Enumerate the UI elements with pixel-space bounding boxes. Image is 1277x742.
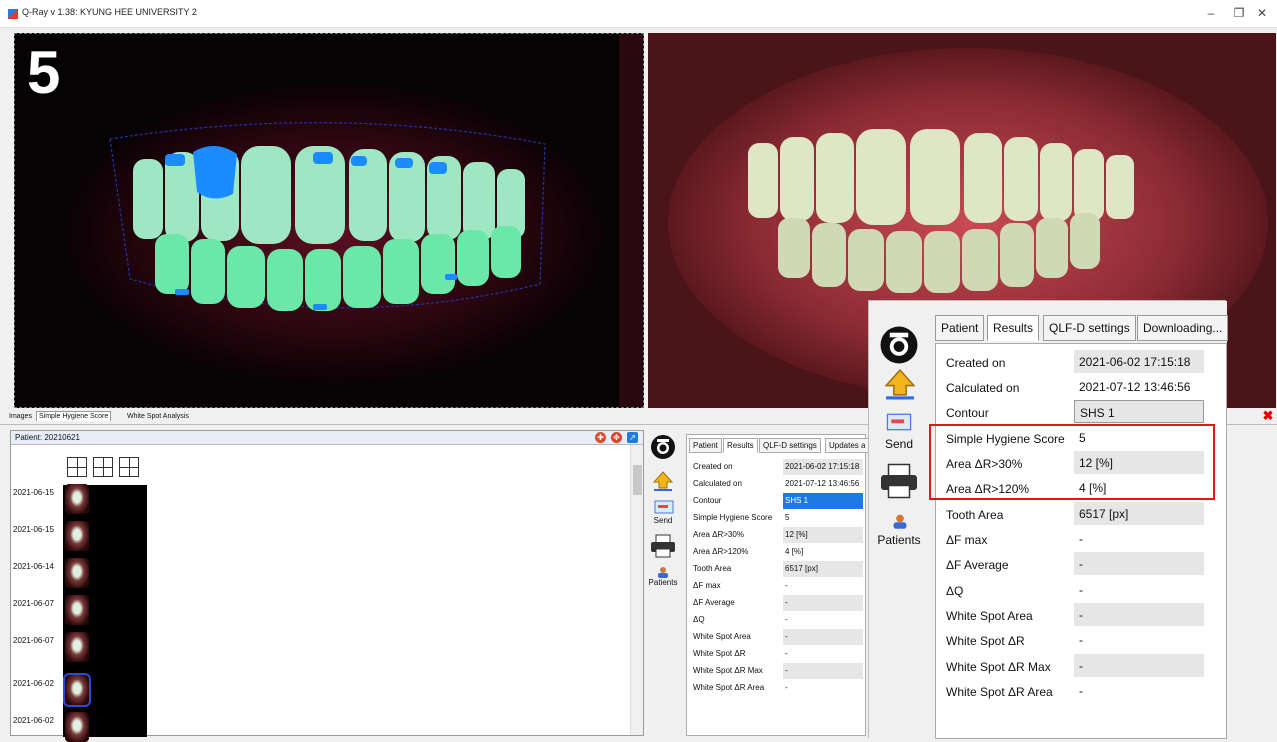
app-icon — [8, 9, 18, 19]
title-bar: Q-Ray v 1.38: KYUNG HEE UNIVERSITY 2 – ❐… — [0, 0, 1277, 28]
scrollbar-thumb[interactable] — [633, 465, 642, 495]
result-row: ΔF max - — [693, 581, 788, 590]
highlight-box — [929, 424, 1215, 500]
tab-downloading[interactable]: Downloading... — [1137, 315, 1229, 341]
printer-icon[interactable] — [650, 534, 676, 558]
camera-icon[interactable] — [879, 325, 919, 365]
patient-title: Patient: 20210621 — [15, 433, 80, 442]
result-row: ΔQ - — [946, 583, 1083, 598]
camera-icon[interactable] — [650, 434, 676, 460]
tab-simple-hygiene-score[interactable]: Simple Hygiene Score — [36, 411, 112, 421]
result-row: Simple Hygiene Score 5 — [693, 513, 790, 522]
contour-select[interactable]: SHS 1 — [783, 493, 863, 509]
send-icon[interactable] — [654, 500, 674, 514]
result-row: White Spot ΔR - — [693, 649, 788, 658]
tab-patient[interactable]: Patient — [689, 438, 722, 453]
session-date: 2021-06-15 — [13, 525, 54, 534]
zoomed-toolbar: Send Patients — [869, 301, 931, 739]
result-row: White Spot ΔR Area - — [693, 683, 788, 692]
external-link-icon[interactable]: ↗ — [627, 432, 638, 443]
send-label[interactable]: Send — [646, 516, 680, 525]
results-grid: Created on 2021-06-02 17:15:18 Calculated… — [935, 343, 1227, 739]
tab-qlf-d-settings[interactable]: QLF-D settings — [1043, 315, 1136, 341]
zoomed-results-panel: Patient Results QLF-D settings Downloadi… — [931, 301, 1229, 739]
result-row: Contour SHS 1 — [942, 400, 1226, 425]
vertical-scrollbar[interactable] — [630, 445, 643, 735]
tab-qlf-d-settings[interactable]: QLF-D settings — [759, 438, 821, 453]
results-panel-small: Patient Results QLF-D settings Updates a… — [686, 434, 870, 736]
fluorescence-image[interactable]: 5 — [14, 33, 644, 408]
result-row: Area ΔR>120% 4 [%] — [693, 547, 804, 556]
tooth-view-front-icon[interactable] — [67, 457, 87, 477]
session-thumbnail[interactable] — [65, 484, 89, 514]
session-date: 2021-06-15 — [13, 488, 54, 497]
upload-icon[interactable] — [883, 367, 917, 401]
send-label[interactable]: Send — [869, 437, 929, 451]
result-row: Tooth Area 6517 [px] — [693, 561, 865, 578]
tab-updates[interactable]: Updates a — [825, 438, 870, 453]
patients-label[interactable]: Patients — [869, 533, 929, 547]
session-thumbnail[interactable] — [65, 632, 89, 662]
window-title: Q-Ray v 1.38: KYUNG HEE UNIVERSITY 2 — [22, 7, 197, 17]
tab-images[interactable]: Images — [6, 411, 35, 422]
restore-button[interactable]: ❐ — [1229, 6, 1249, 20]
score-overlay: 5 — [27, 39, 61, 106]
close-button[interactable]: ✕ — [1252, 6, 1272, 20]
zoomed-results-overlay: Send Patients Patient Results QLF-D sett… — [868, 300, 1229, 739]
session-date: 2021-06-14 — [13, 562, 54, 571]
session-date: 2021-06-02 — [13, 716, 54, 725]
result-row: Created on 2021-06-02 17:15:18 — [693, 459, 865, 476]
result-row: Area ΔR>30% 12 [%] — [693, 527, 865, 544]
session-date: 2021-06-07 — [13, 636, 54, 645]
session-thumbnail[interactable] — [65, 595, 89, 625]
tab-patient[interactable]: Patient — [935, 315, 985, 341]
upload-icon[interactable] — [652, 470, 674, 492]
session-date: 2021-06-07 — [13, 599, 54, 608]
result-row: White Spot Area - — [693, 629, 865, 646]
patient-header: Patient: 20210621 ✚ ✥ ↗ — [11, 431, 643, 445]
move-icon[interactable]: ✥ — [611, 432, 622, 443]
minimize-button[interactable]: – — [1201, 6, 1221, 20]
result-row: White Spot ΔR - — [946, 633, 1083, 648]
tooth-view-left-icon[interactable] — [93, 457, 113, 477]
close-icon[interactable]: ✖ — [1262, 409, 1274, 422]
tab-white-spot-analysis[interactable]: White Spot Analysis — [124, 411, 192, 422]
side-toolbar: Send Patients — [646, 430, 684, 736]
result-row: ΔF Average - — [693, 595, 865, 612]
session-thumbnail[interactable] — [65, 558, 89, 588]
printer-icon[interactable] — [879, 463, 919, 499]
patients-icon[interactable] — [891, 513, 909, 529]
result-row: White Spot ΔR Area - — [946, 684, 1083, 699]
result-row: Tooth Area 6517 [px] — [942, 502, 1226, 527]
result-row: Contour SHS 1 — [693, 493, 865, 510]
session-thumbnail[interactable] — [65, 521, 89, 551]
send-icon[interactable] — [885, 413, 913, 431]
result-row: White Spot Area - — [942, 603, 1226, 628]
result-row: Calculated on 2021-07-12 13:46:56 — [693, 479, 860, 488]
result-row: Created on 2021-06-02 17:15:18 — [942, 350, 1226, 375]
session-date: 2021-06-02 — [13, 679, 54, 688]
patient-panel: Patient: 20210621 ✚ ✥ ↗ 2021-06-15 2021-… — [10, 430, 644, 742]
contour-select[interactable]: SHS 1 — [1074, 400, 1204, 423]
tab-results[interactable]: Results — [723, 438, 758, 453]
result-row: ΔF max - — [946, 532, 1083, 547]
session-thumbnail-selected[interactable] — [63, 673, 91, 707]
result-row: ΔF Average - — [942, 552, 1226, 577]
fluorescence-mouth-illustration — [15, 34, 643, 407]
result-row: ΔQ - — [693, 615, 788, 624]
patients-label[interactable]: Patients — [646, 578, 680, 587]
result-row: Calculated on 2021-07-12 13:46:56 — [946, 380, 1191, 395]
patients-icon[interactable] — [656, 566, 670, 578]
tooth-view-right-icon[interactable] — [119, 457, 139, 477]
result-row: White Spot ΔR Max - — [942, 654, 1226, 679]
result-row: White Spot ΔR Max - — [693, 663, 865, 680]
tab-results[interactable]: Results — [987, 315, 1040, 341]
lifebuoy-icon[interactable]: ✚ — [595, 432, 606, 443]
